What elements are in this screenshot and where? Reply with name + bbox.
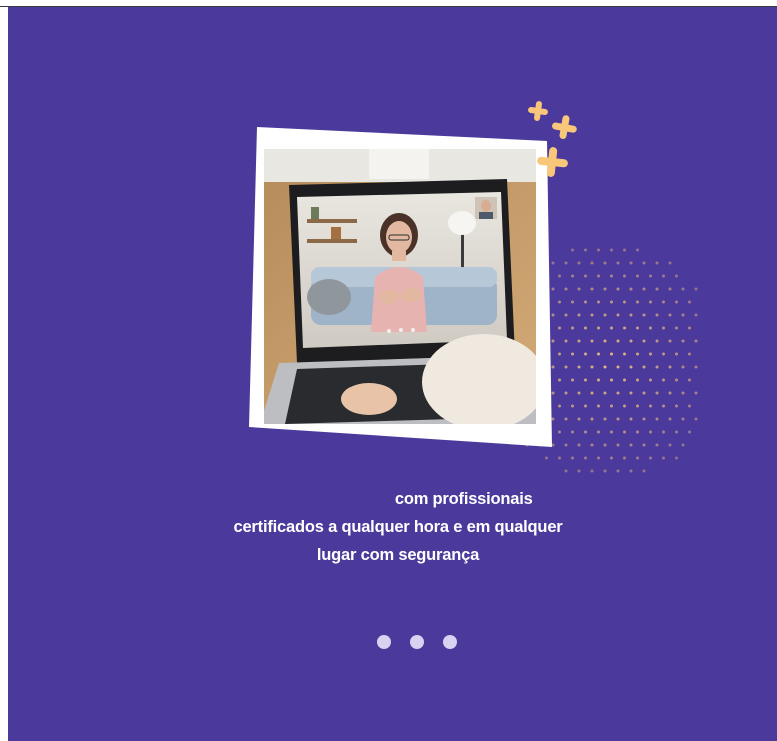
pagination-dot-2[interactable] — [410, 635, 424, 649]
slide-illustration — [249, 127, 555, 449]
pagination-dot-1[interactable] — [377, 635, 391, 649]
slide-caption: Sessões online com profissionais certifi… — [208, 485, 588, 569]
page: Sessões online com profissionais certifi… — [0, 0, 777, 741]
caption-line-1: Sessões online com profissionais — [208, 485, 588, 513]
caption-highlight: Sessões online — [263, 485, 388, 513]
caption-line-3: lugar com segurança — [316, 546, 480, 564]
plus-sparkles-icon — [528, 101, 577, 177]
top-border — [0, 0, 777, 7]
onboarding-slide: Sessões online com profissionais certifi… — [8, 7, 777, 741]
pagination-dot-3[interactable] — [443, 635, 457, 649]
caption-line-1-rest: com profissionais — [390, 490, 533, 508]
caption-line-2: certificados a qualquer hora e em qualqu… — [233, 518, 563, 536]
carousel-pagination — [377, 635, 457, 649]
